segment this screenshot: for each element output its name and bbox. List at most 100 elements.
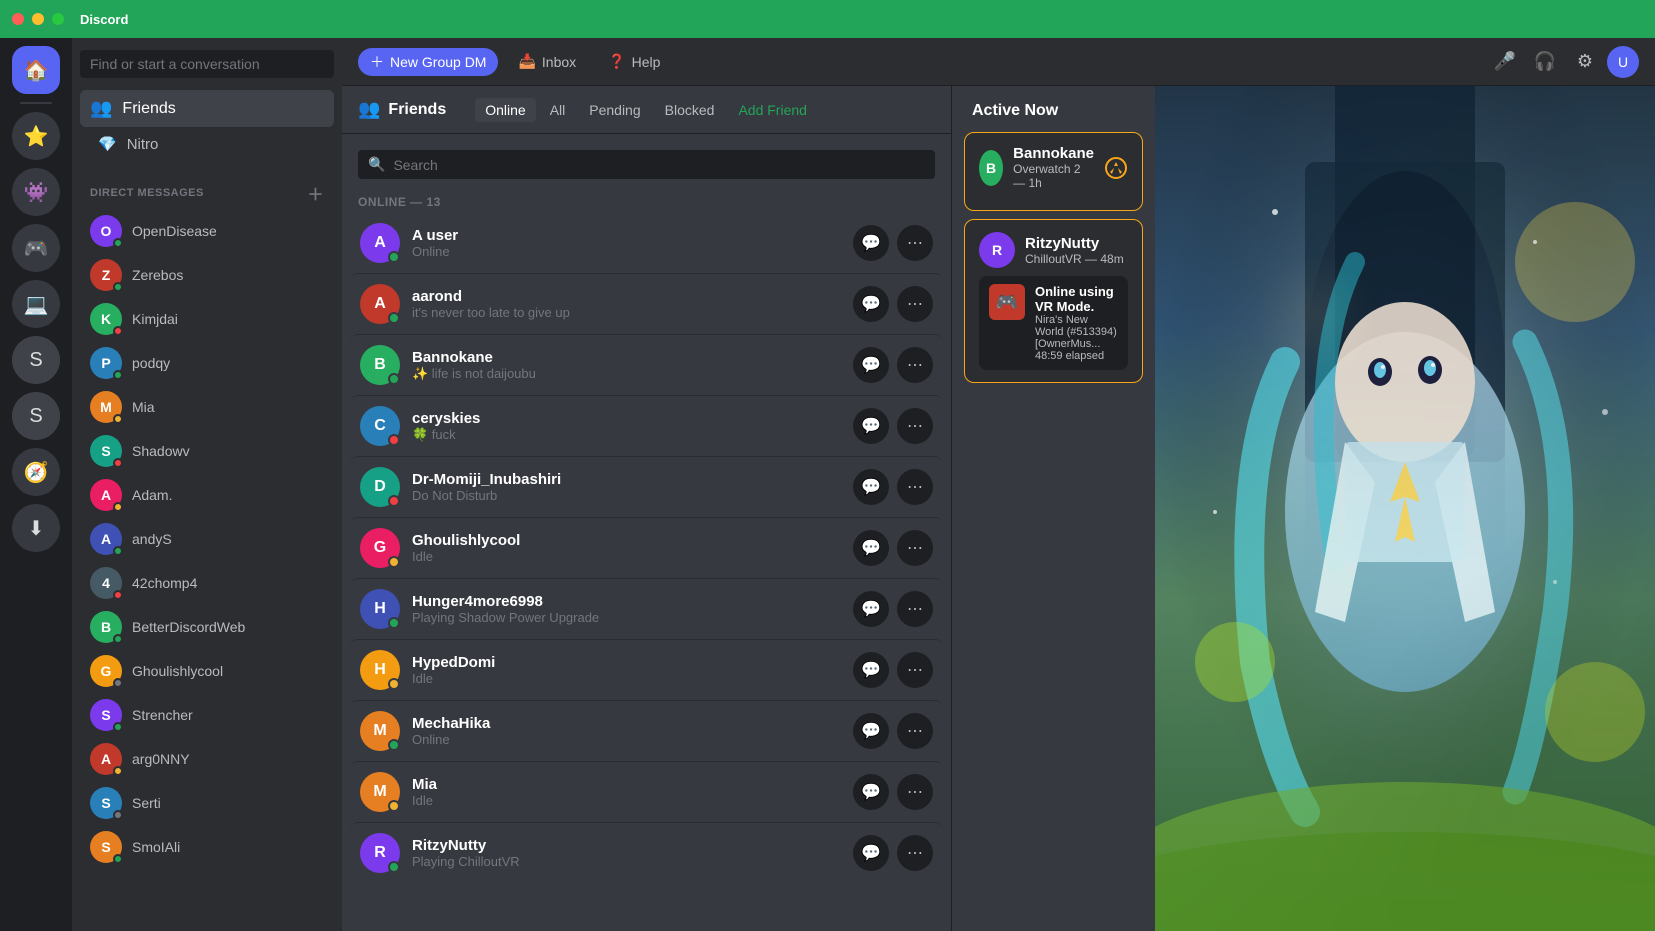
tab-all[interactable]: All: [540, 98, 576, 122]
friend-more-button[interactable]: ⋯: [897, 774, 933, 810]
app-title: Discord: [80, 12, 128, 27]
friend-more-button[interactable]: ⋯: [897, 835, 933, 871]
friend-more-button[interactable]: ⋯: [897, 225, 933, 261]
dm-name: Kimjdai: [132, 311, 178, 327]
friend-list-item[interactable]: D Dr-Momiji_Inubashiri Do Not Disturb 💬 …: [350, 456, 943, 517]
download-icon[interactable]: ⬇: [12, 504, 60, 552]
friends-nav-section: 👥 Friends 💎 Nitro: [72, 86, 342, 165]
friend-more-button[interactable]: ⋯: [897, 408, 933, 444]
headphones-icon[interactable]: 🎧: [1527, 44, 1563, 80]
friend-list-item[interactable]: A A user Online 💬 ⋯: [350, 213, 943, 273]
friend-message-button[interactable]: 💬: [853, 225, 889, 261]
user-avatar-header[interactable]: U: [1607, 46, 1639, 78]
dm-item[interactable]: S Strencher: [80, 693, 334, 737]
artwork-svg: [1155, 86, 1655, 931]
home-icon[interactable]: 🏠: [12, 46, 60, 94]
friend-more-button[interactable]: ⋯: [897, 530, 933, 566]
inbox-button[interactable]: 📥 Inbox: [506, 49, 588, 74]
friend-message-button[interactable]: 💬: [853, 530, 889, 566]
server-icon-3[interactable]: 💻: [12, 280, 60, 328]
help-label: Help: [632, 54, 661, 70]
friend-more-button[interactable]: ⋯: [897, 713, 933, 749]
dm-item[interactable]: A Adam.: [80, 473, 334, 517]
dm-avatar-wrap: B: [90, 611, 122, 643]
active-card-ritzynutty[interactable]: R RitzyNutty ChilloutVR — 48m 🎮 Online u…: [964, 219, 1143, 383]
friend-list-item[interactable]: C ceryskies 🍀 fuck 💬 ⋯: [350, 395, 943, 456]
dm-item[interactable]: A andyS: [80, 517, 334, 561]
friend-status-text: Online: [412, 244, 841, 259]
friend-list-item[interactable]: M Mia Idle 💬 ⋯: [350, 761, 943, 822]
tab-online[interactable]: Online: [475, 98, 535, 122]
friends-panel: 👥 Friends Online All Pending Blocked: [342, 86, 952, 931]
dm-item[interactable]: S Shadowv: [80, 429, 334, 473]
dm-header-label: Direct Messages: [90, 187, 204, 199]
friend-message-button[interactable]: 💬: [853, 652, 889, 688]
friend-list-item[interactable]: R RitzyNutty Playing ChilloutVR 💬 ⋯: [350, 822, 943, 883]
friend-avatar-wrap: B: [360, 345, 400, 385]
friend-message-button[interactable]: 💬: [853, 713, 889, 749]
maximize-button[interactable]: [52, 13, 64, 25]
friend-list-item[interactable]: G Ghoulishlycool Idle 💬 ⋯: [350, 517, 943, 578]
friend-list-item[interactable]: M MechaHika Online 💬 ⋯: [350, 700, 943, 761]
server-icon-1[interactable]: 👾: [12, 168, 60, 216]
server-icon-5[interactable]: S: [12, 392, 60, 440]
help-button[interactable]: ❓ Help: [596, 49, 672, 74]
dm-item[interactable]: B BetterDiscordWeb: [80, 605, 334, 649]
friend-message-button[interactable]: 💬: [853, 408, 889, 444]
friend-status-text: Idle: [412, 671, 841, 686]
starred-icon[interactable]: ⭐: [12, 112, 60, 160]
active-now-header: Active Now: [952, 86, 1155, 132]
top-bar: ＋ New Group DM 📥 Inbox ❓ Help 🎤 🎧 ⚙ U: [342, 38, 1655, 86]
add-dm-icon[interactable]: ＋: [307, 181, 324, 205]
friend-message-button[interactable]: 💬: [853, 591, 889, 627]
settings-icon[interactable]: ⚙: [1567, 44, 1603, 80]
active-card-bannokane[interactable]: B Bannokane Overwatch 2 — 1h: [964, 132, 1143, 211]
dm-item[interactable]: A arg0NNY: [80, 737, 334, 781]
help-icon: ❓: [608, 53, 625, 70]
new-group-dm-button[interactable]: ＋ New Group DM: [358, 48, 498, 76]
friend-more-button[interactable]: ⋯: [897, 286, 933, 322]
friend-message-button[interactable]: 💬: [853, 469, 889, 505]
close-button[interactable]: [12, 13, 24, 25]
dm-item[interactable]: S SmoIAli: [80, 825, 334, 869]
friend-message-button[interactable]: 💬: [853, 286, 889, 322]
server-icon-4[interactable]: S: [12, 336, 60, 384]
find-conversation-input[interactable]: [80, 50, 334, 78]
dm-item[interactable]: 4 42chomp4: [80, 561, 334, 605]
friend-actions: 💬 ⋯: [853, 225, 933, 261]
friend-message-button[interactable]: 💬: [853, 774, 889, 810]
nitro-nav-button[interactable]: 💎 Nitro: [80, 127, 334, 161]
friend-actions: 💬 ⋯: [853, 835, 933, 871]
friend-more-button[interactable]: ⋯: [897, 469, 933, 505]
dm-item[interactable]: M Mia: [80, 385, 334, 429]
dm-item[interactable]: P podqy: [80, 341, 334, 385]
dm-item[interactable]: O OpenDisease: [80, 209, 334, 253]
friend-name: MechaHika: [412, 715, 841, 732]
mute-icon[interactable]: 🎤: [1487, 44, 1523, 80]
friends-nav-button[interactable]: 👥 Friends: [80, 90, 334, 127]
dm-item[interactable]: G Ghoulishlycool: [80, 649, 334, 693]
dm-item[interactable]: K Kimjdai: [80, 297, 334, 341]
friend-list-item[interactable]: H Hunger4more6998 Playing Shadow Power U…: [350, 578, 943, 639]
friend-more-button[interactable]: ⋯: [897, 652, 933, 688]
friend-more-button[interactable]: ⋯: [897, 591, 933, 627]
tab-divider: [466, 100, 467, 120]
friend-list-item[interactable]: B Bannokane ✨ life is not daijoubu 💬 ⋯: [350, 334, 943, 395]
server-icon-2[interactable]: 🎮: [12, 224, 60, 272]
tab-blocked[interactable]: Blocked: [655, 98, 725, 122]
explore-icon[interactable]: 🧭: [12, 448, 60, 496]
dm-status: [113, 678, 123, 688]
friend-list-item[interactable]: A aarond it's never too late to give up …: [350, 273, 943, 334]
tab-pending[interactable]: Pending: [579, 98, 650, 122]
artwork-background: [1155, 86, 1655, 931]
friend-list-item[interactable]: H HypedDomi Idle 💬 ⋯: [350, 639, 943, 700]
friend-message-button[interactable]: 💬: [853, 835, 889, 871]
friend-more-button[interactable]: ⋯: [897, 347, 933, 383]
dm-item[interactable]: S Serti: [80, 781, 334, 825]
dm-avatar-wrap: P: [90, 347, 122, 379]
friend-message-button[interactable]: 💬: [853, 347, 889, 383]
dm-item[interactable]: Z Zerebos: [80, 253, 334, 297]
add-friend-tab[interactable]: Add Friend: [728, 98, 816, 122]
friend-search-input[interactable]: [393, 157, 925, 173]
minimize-button[interactable]: [32, 13, 44, 25]
